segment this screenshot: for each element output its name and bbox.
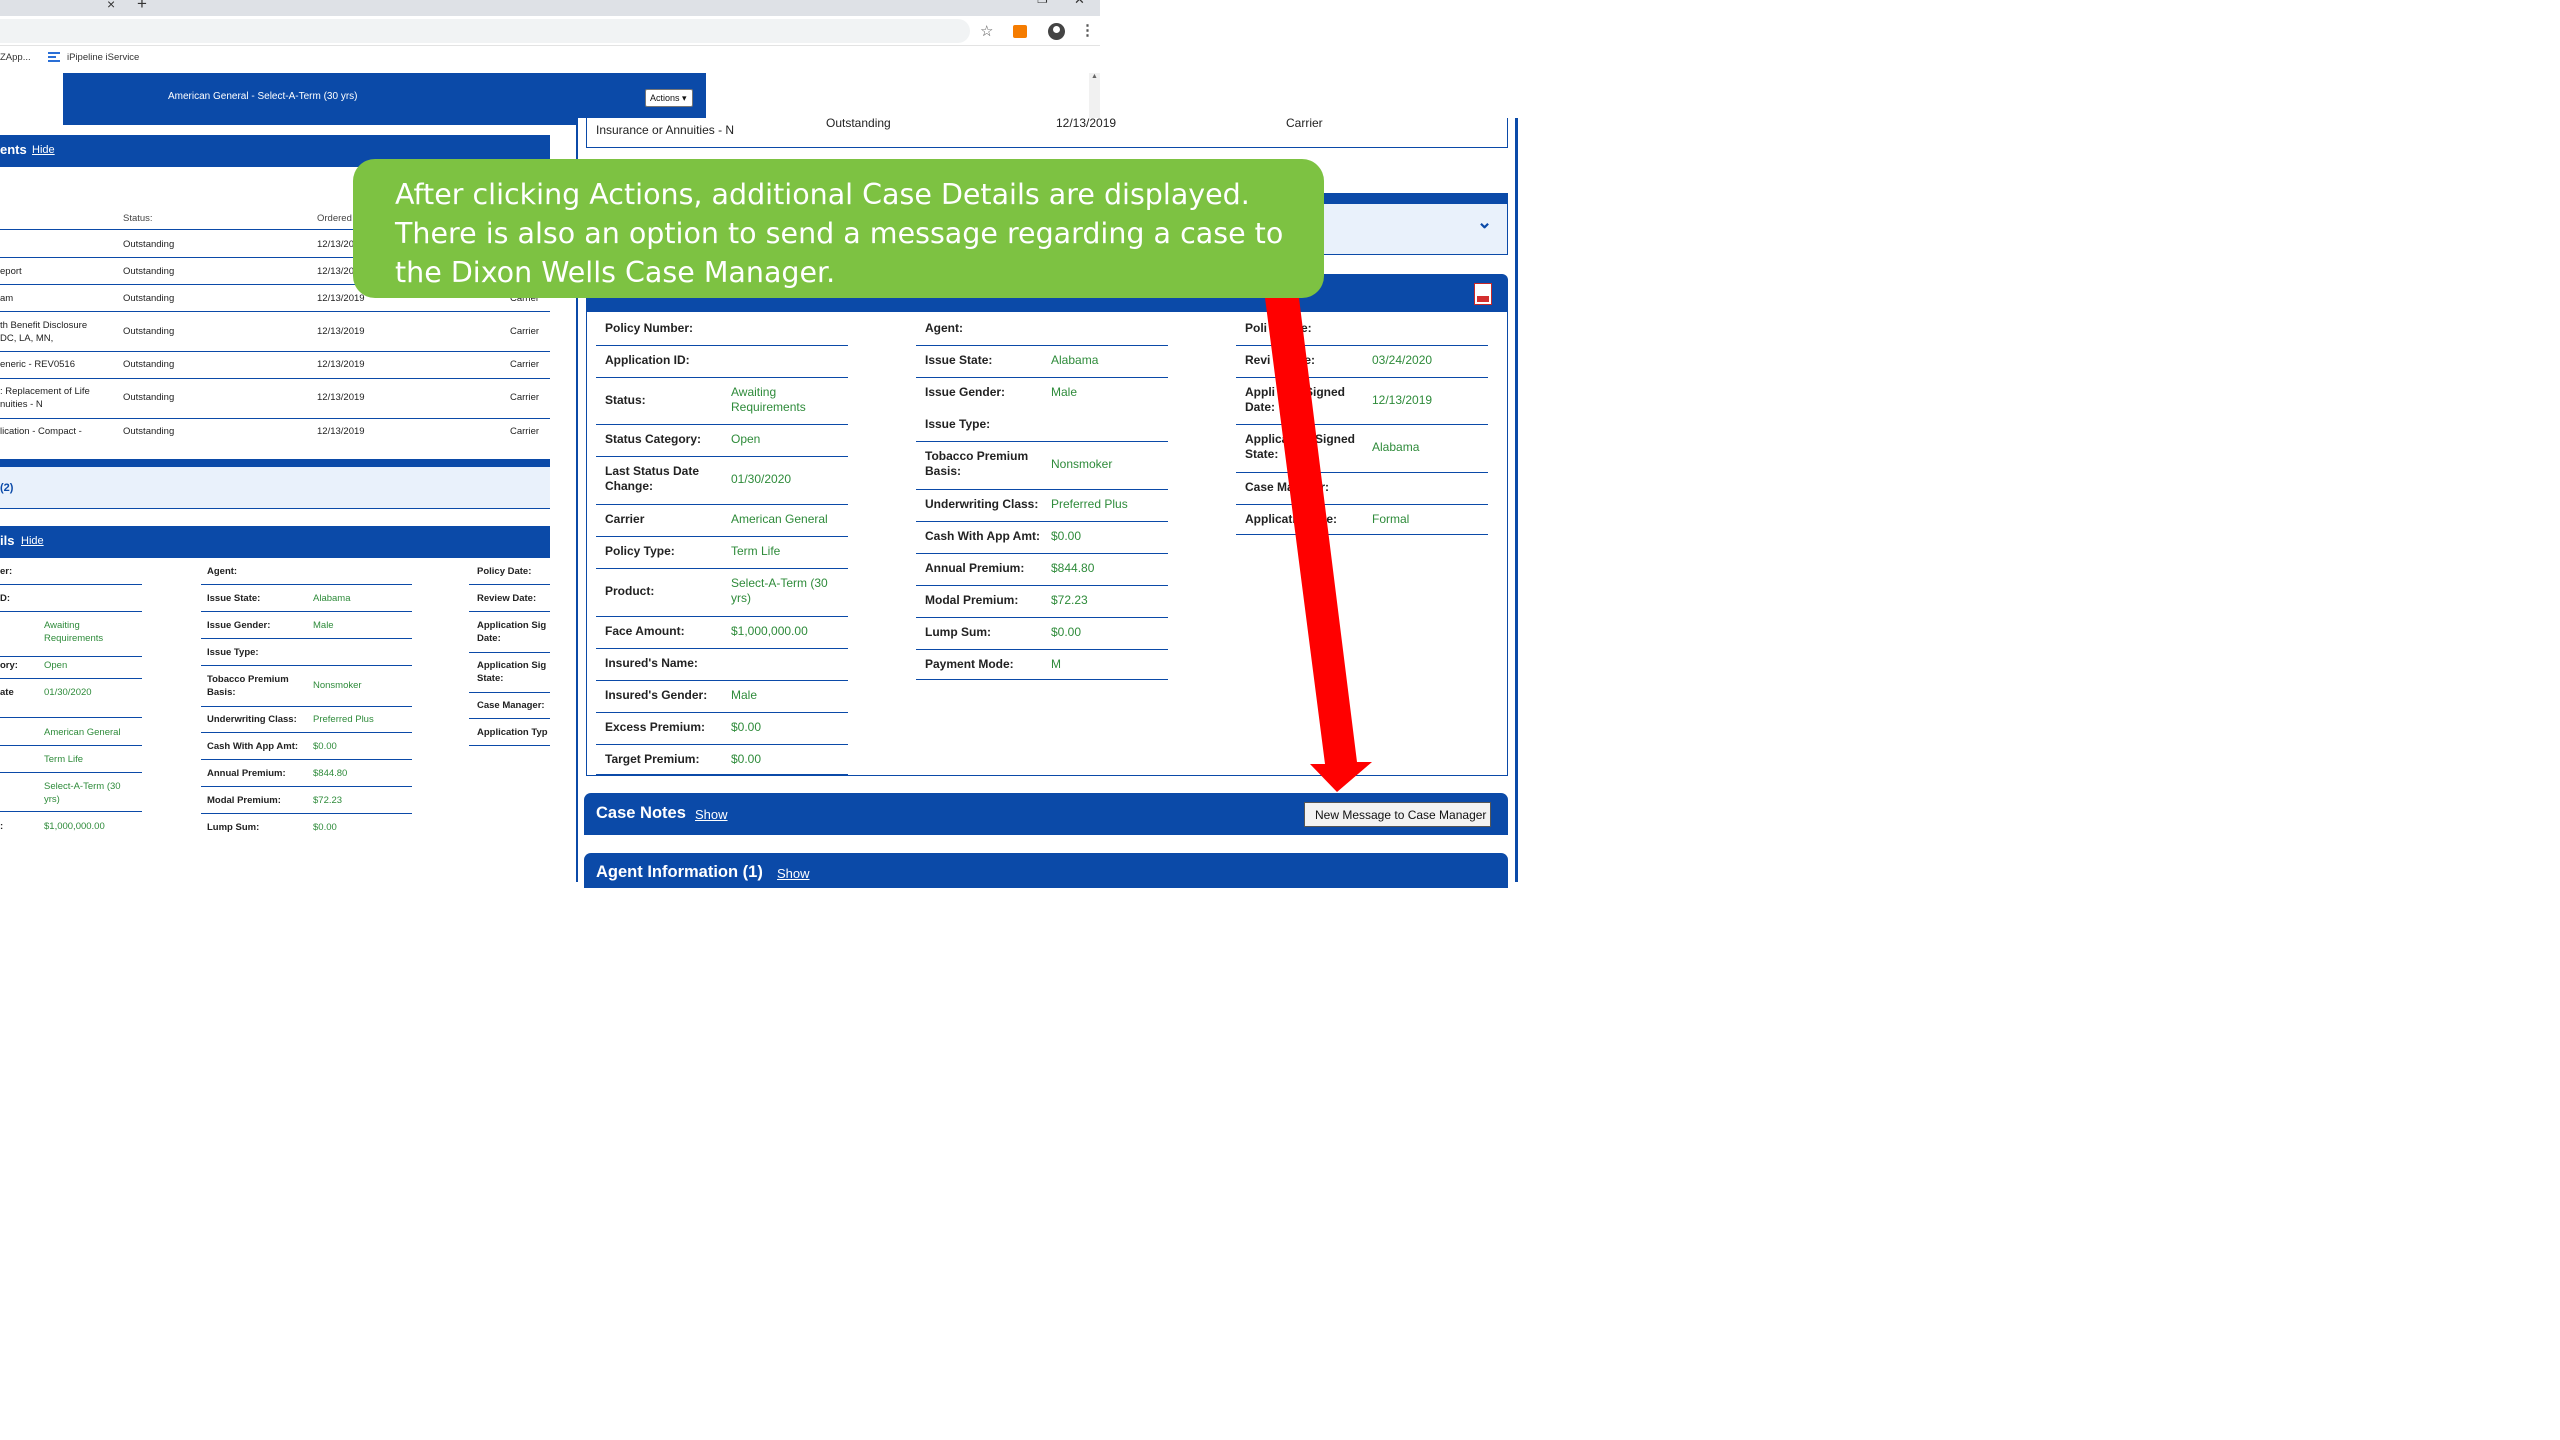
- red-arrow-shape: [1264, 290, 1372, 792]
- callout-bubble: After clicking Actions, additional Case …: [353, 159, 1324, 298]
- callout-text: After clicking Actions, additional Case …: [395, 178, 1284, 289]
